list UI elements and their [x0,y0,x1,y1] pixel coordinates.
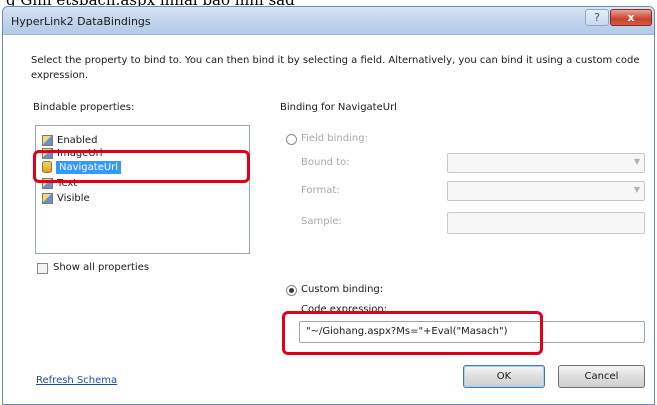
property-icon [42,192,53,204]
bound-to-label: Bound to: [301,157,350,168]
window-title: HyperLink2 DataBindings [11,15,151,28]
help-button[interactable]: ? [585,9,609,26]
bound-to-select[interactable]: ▼ [447,153,645,173]
chevron-down-icon: ▼ [633,157,640,166]
format-label: Format: [301,185,340,196]
sample-field[interactable] [447,212,645,234]
custom-binding-radio[interactable] [286,285,297,296]
highlight-box-code-expression [282,311,543,355]
list-item-enabled[interactable]: Enabled [42,133,242,147]
chevron-down-icon: ▼ [633,185,640,194]
title-bar[interactable]: HyperLink2 DataBindings ? x [3,7,654,35]
sample-label: Sample: [301,216,342,227]
ok-button[interactable]: OK [463,365,545,388]
databindings-dialog: HyperLink2 DataBindings ? x Select the p… [2,6,655,405]
show-all-properties-label: Show all properties [53,262,150,273]
list-item-visible[interactable]: Visible [42,191,242,205]
refresh-schema-link[interactable]: Refresh Schema [36,375,117,386]
instructions-text: Select the property to bind to. You can … [31,55,640,81]
bindable-properties-list[interactable]: Enabled ImageUrl NavigateUrl Text Visibl… [35,125,250,254]
custom-binding-label: Custom binding: [301,284,384,295]
close-icon: x [627,11,635,24]
property-icon [42,134,53,146]
highlight-box-navigateurl [33,150,250,183]
field-binding-label: Field binding: [301,133,368,144]
cancel-button[interactable]: Cancel [558,365,645,388]
field-binding-radio[interactable] [286,134,297,145]
list-item-label: Visible [57,192,90,204]
close-button[interactable]: x [610,9,652,26]
format-select[interactable]: ▼ [447,181,645,201]
binding-heading: Binding for NavigateUrl [280,102,397,113]
list-item-label: Enabled [57,134,98,146]
help-icon: ? [594,11,600,24]
bindable-properties-heading: Bindable properties: [33,102,135,113]
show-all-properties-checkbox[interactable] [37,263,48,274]
